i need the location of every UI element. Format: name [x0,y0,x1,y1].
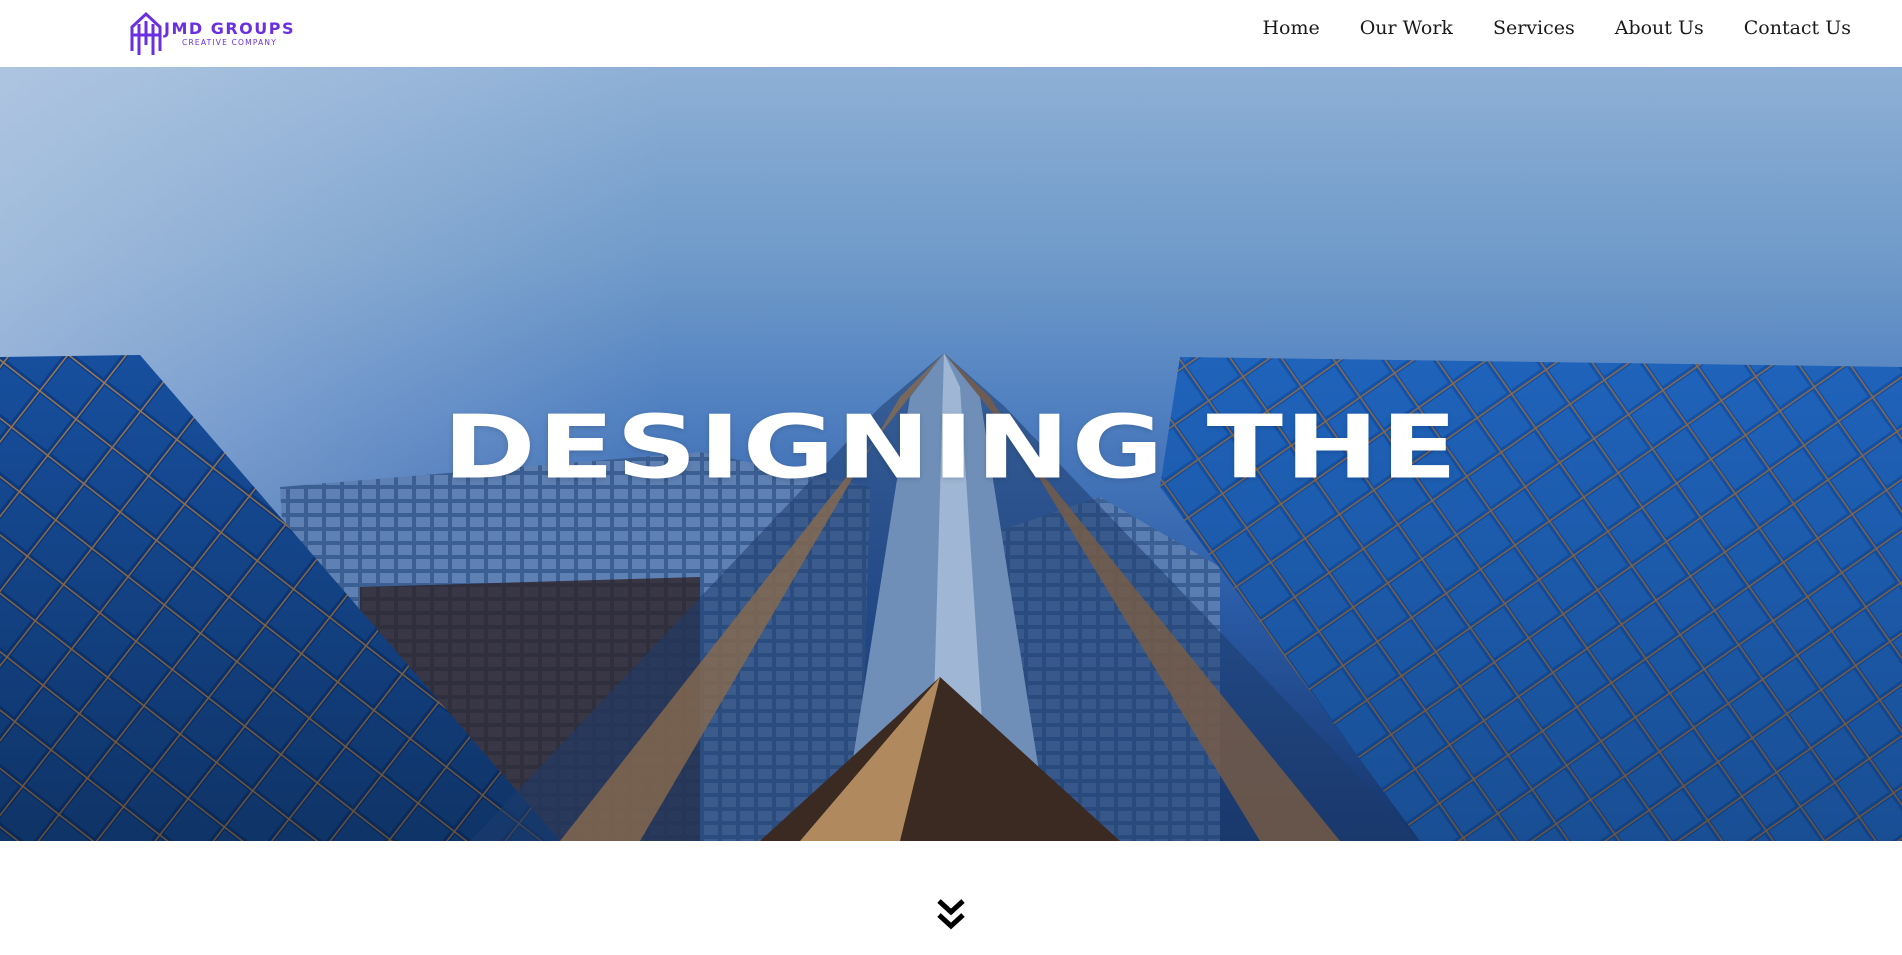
nav-home[interactable]: Home [1262,17,1319,39]
scroll-down-button[interactable] [936,898,966,932]
nav-contact-us[interactable]: Contact Us [1744,17,1851,39]
main-nav: Home Our Work Services About Us Contact … [1222,17,1851,39]
brand-name: JMD GROUPS [164,19,296,39]
double-chevron-down-icon [937,899,965,930]
brand-tagline: CREATIVE COMPANY [182,38,277,48]
brand-logo[interactable]: JMD GROUPS CREATIVE COMPANY [128,10,295,58]
logo-wordmark: JMD GROUPS CREATIVE COMPANY [164,21,295,47]
nav-our-work[interactable]: Our Work [1360,17,1453,39]
logo-mark-icon [130,11,162,55]
hero-banner: DESIGNING THE [0,67,1902,841]
hero-headline: DESIGNING THE [442,397,1460,499]
nav-services[interactable]: Services [1493,17,1575,39]
nav-about-us[interactable]: About Us [1615,17,1704,39]
top-navbar: JMD GROUPS CREATIVE COMPANY Home Our Wor… [0,0,1902,67]
